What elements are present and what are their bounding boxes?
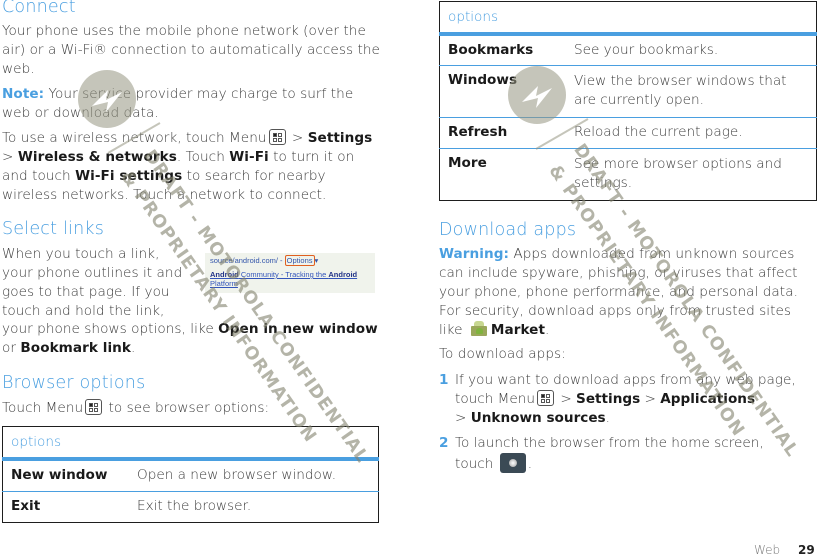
select-links-text: your phone shows options, like — [2, 321, 219, 337]
table-header-row: options — [2, 427, 379, 459]
option-name: Exit — [11, 497, 41, 514]
table-row: More See more browser options and settin… — [440, 148, 817, 200]
to-download-label: To download apps: — [439, 346, 566, 362]
wireless-text: To use a wireless network, touch Menu — [2, 130, 267, 146]
unknown-sources-label: Unknown sources — [470, 409, 606, 426]
screenshot-url: source/android.com/ - — [210, 256, 283, 265]
option-name: Bookmarks — [448, 42, 534, 58]
step-text: If you want to download apps from any we… — [455, 371, 815, 428]
download-warning: Warning: Apps downloaded from unknown so… — [439, 245, 804, 340]
option-name: Refresh — [448, 123, 508, 140]
browser-icon — [499, 452, 526, 473]
download-apps-heading: Download apps — [439, 220, 577, 240]
separator: > — [455, 409, 471, 426]
screenshot-link-bold: Android — [328, 270, 358, 279]
connect-intro: Your phone uses the mobile phone network… — [2, 23, 380, 77]
screenshot-url-line: source/android.com/ - Options ▾ — [210, 255, 370, 266]
screenshot-link-bold: Android — [210, 270, 239, 279]
step-text-part: . — [527, 455, 533, 472]
table-row: Bookmarks See your bookmarks. — [439, 34, 817, 65]
wifi-settings-label: Wi-Fi settings — [75, 167, 183, 184]
table-row: New window Open a new browser window. — [2, 459, 379, 491]
browser-options-table-left: options New window Open a new browser wi… — [2, 426, 379, 523]
menu-key-icon — [537, 389, 554, 406]
screenshot-options-link: Options — [284, 255, 315, 266]
settings-label: Settings — [307, 130, 373, 146]
select-links-paragraph-part1: When you touch a link, your phone outlin… — [2, 245, 192, 321]
browser-options-table-right: options Bookmarks See your bookmarks. Wi… — [439, 1, 817, 201]
option-name: More — [448, 154, 487, 171]
step-number: 2 — [439, 435, 449, 451]
select-links-text: or — [2, 339, 21, 356]
applications-label: Applications — [660, 390, 756, 407]
option-name: New window — [11, 467, 108, 483]
wireless-text: . Touch — [176, 148, 230, 165]
screenshot-link: Android Community - Tracking the Android… — [210, 270, 370, 288]
note-label: Note: — [2, 86, 45, 102]
warning-text: . — [545, 321, 550, 338]
connect-heading: Connect — [2, 0, 76, 17]
table-header: options — [448, 9, 499, 25]
screenshot-link-text: Platform — [210, 279, 238, 288]
select-links-text: When you touch a link, your phone outlin… — [2, 246, 183, 319]
note-text: Your service provider may charge to surf… — [2, 86, 354, 121]
table-row: Refresh Reload the current page. — [439, 117, 817, 148]
separator: > — [2, 148, 18, 165]
option-name: Windows — [448, 71, 518, 88]
table-row: Windows View the browser windows that ar… — [439, 65, 817, 117]
separator: > — [287, 130, 308, 146]
menu-key-icon — [85, 399, 103, 415]
browser-options-heading: Browser options — [2, 373, 146, 393]
option-description: See more browser options and settings. — [574, 155, 782, 191]
page-number: 29 — [798, 543, 815, 557]
screenshot-link-text: Community - Tracking the — [238, 270, 329, 279]
table-header-row: options — [439, 2, 817, 34]
market-icon — [469, 320, 489, 336]
separator: > — [556, 390, 577, 407]
table-row: Exit Exit the browser. — [3, 491, 379, 522]
select-links-heading: Select links — [2, 219, 105, 239]
step-text: To launch the browser from the home scre… — [455, 434, 800, 474]
connect-wireless-paragraph: To use a wireless network, touch Menu > … — [2, 129, 382, 205]
option-description: Open a new browser window. — [137, 467, 337, 483]
option-description: Reload the current page. — [574, 123, 743, 140]
settings-label: Settings — [576, 390, 641, 407]
step-number: 1 — [439, 372, 449, 388]
link-screenshot: source/android.com/ - Options ▾ Android C… — [205, 253, 375, 293]
wireless-networks-label: Wireless & networks — [17, 148, 177, 165]
bookmark-link-label: Bookmark link — [20, 339, 131, 356]
select-links-text: . — [130, 339, 136, 356]
option-description: See your bookmarks. — [574, 42, 719, 58]
menu-key-icon — [268, 129, 286, 145]
footer-section-title: Web — [754, 543, 781, 557]
browser-options-text: Touch Menu — [2, 400, 84, 416]
step-text-part: . — [605, 409, 610, 426]
open-new-window-label: Open in new window — [218, 321, 378, 337]
select-links-paragraph-part2: your phone shows options, like Open in n… — [2, 320, 382, 358]
table-header: options — [11, 434, 62, 450]
option-description: Exit the browser. — [137, 497, 252, 514]
browser-options-intro: Touch Menu to see browser options: — [2, 399, 382, 418]
wifi-label: Wi-Fi — [229, 148, 269, 165]
separator: > — [640, 390, 661, 407]
connect-note: Note: Your service provider may charge t… — [2, 85, 362, 123]
warning-label: Warning: — [439, 246, 509, 262]
market-label: Market — [490, 321, 545, 338]
browser-options-text: to see browser options: — [104, 400, 270, 416]
dropdown-arrow-icon: ▾ — [314, 256, 319, 265]
option-description: View the browser windows that are curren… — [574, 72, 787, 108]
